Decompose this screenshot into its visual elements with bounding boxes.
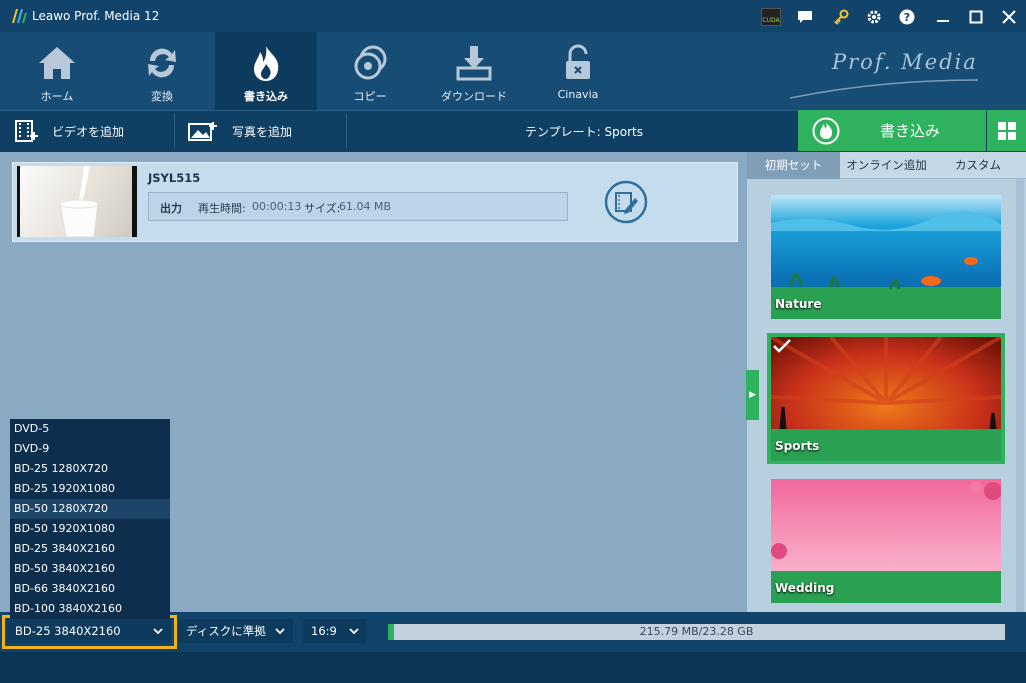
app-logo-icon <box>10 7 28 25</box>
dropdown-option[interactable]: BD-25 3840X2160 <box>10 539 170 559</box>
dropdown-option-hovered[interactable]: BD-50 1280X720 <box>10 499 170 519</box>
add-video-button[interactable]: ビデオを追加 <box>14 110 124 152</box>
convert-icon <box>148 48 176 78</box>
fire-icon <box>254 46 279 81</box>
brand-logo-text: Prof. Media <box>832 50 978 74</box>
disc-type-select[interactable]: BD-25 3840X2160 <box>7 619 171 643</box>
nav-home-label: ホーム <box>40 90 74 103</box>
nav-download[interactable]: ダウンロード <box>423 32 525 110</box>
feedback-icon[interactable] <box>794 6 816 28</box>
close-icon[interactable] <box>998 6 1020 28</box>
template-sports[interactable]: Sports <box>771 337 1001 461</box>
nav-cinavia-label: Cinavia <box>557 88 599 101</box>
cuda-icon[interactable]: CUDA <box>760 6 782 28</box>
size-value: 61.04 MB <box>339 200 392 213</box>
video-title: JSYL515 <box>148 171 201 185</box>
nav-home[interactable]: ホーム <box>6 32 108 110</box>
aspect-ratio-select[interactable]: 16:9 <box>303 619 367 643</box>
photo-add-icon <box>188 122 217 141</box>
duration-label: 再生時間: <box>198 202 246 215</box>
film-add-icon <box>15 120 38 142</box>
template-sports-label: Sports <box>775 439 820 453</box>
nav-convert-label: 変換 <box>151 90 173 103</box>
dropdown-option[interactable]: BD-50 1920X1080 <box>10 519 170 539</box>
template-nature[interactable]: Nature <box>771 195 1001 319</box>
video-thumbnail-image <box>20 166 132 238</box>
grid-view-button[interactable] <box>987 110 1026 151</box>
output-label: 出力 <box>160 202 182 215</box>
cuda-badge: CUDA <box>761 8 781 26</box>
dropdown-option[interactable]: BD-25 1920X1080 <box>10 479 170 499</box>
chevron-down-icon <box>275 627 285 634</box>
chevron-down-icon <box>153 627 163 634</box>
edit-video-icon <box>604 180 648 224</box>
collapse-sidebar-button[interactable]: ▶ <box>746 370 759 420</box>
dropdown-option[interactable]: DVD-9 <box>10 439 170 459</box>
tab-default-set[interactable]: 初期セット <box>747 152 840 179</box>
arrow-right-icon: ▶ <box>749 390 756 400</box>
brand-swoosh <box>790 79 979 99</box>
maximize-icon[interactable] <box>965 6 987 28</box>
nav-download-label: ダウンロード <box>441 90 507 103</box>
disc-type-value: BD-25 3840X2160 <box>15 624 121 638</box>
nav-convert[interactable]: 変換 <box>111 32 213 110</box>
minimize-icon[interactable] <box>932 6 954 28</box>
dropdown-option[interactable]: BD-100 3840X2160 <box>10 599 170 619</box>
cuda-label: CUDA <box>762 17 780 24</box>
template-wedding-label: Wedding <box>775 581 835 595</box>
home-icon <box>39 47 75 79</box>
template-nature-label: Nature <box>775 297 822 311</box>
nav-copy[interactable]: コピー <box>319 32 421 110</box>
unlock-icon <box>566 44 590 79</box>
add-photo-button[interactable]: 写真を追加 <box>188 110 292 152</box>
chevron-down-icon <box>349 627 359 634</box>
grid-icon <box>997 121 1016 140</box>
window-title: Leawo Prof. Media 12 <box>32 9 160 23</box>
nav-copy-label: コピー <box>353 90 387 103</box>
nav-cinavia[interactable]: Cinavia <box>527 32 629 110</box>
tab-online-add[interactable]: オンライン追加 <box>840 152 933 179</box>
quality-select[interactable]: ディスクに準拠 <box>178 619 293 643</box>
nav-burn[interactable]: 書き込み <box>215 32 317 110</box>
aspect-ratio-value: 16:9 <box>311 624 337 638</box>
burn-button[interactable]: 書き込み <box>798 110 986 151</box>
dropdown-option[interactable]: BD-66 3840X2160 <box>10 579 170 599</box>
help-icon[interactable]: ? <box>896 6 918 28</box>
edit-video-button[interactable] <box>604 180 648 224</box>
disc-usage-text: 215.79 MB/23.28 GB <box>639 625 754 638</box>
burn-button-label: 書き込み <box>880 122 941 140</box>
quality-value: ディスクに準拠 <box>186 624 266 638</box>
key-icon[interactable] <box>830 6 852 28</box>
add-video-label: ビデオを追加 <box>52 124 125 139</box>
checkmark-icon <box>773 339 791 353</box>
tab-custom[interactable]: カスタム <box>933 152 1023 179</box>
dropdown-option[interactable]: BD-50 3840X2160 <box>10 559 170 579</box>
download-icon <box>456 46 492 81</box>
fire-circle-icon <box>812 117 840 144</box>
toolbar-divider <box>346 114 347 148</box>
status-bar <box>0 652 1026 683</box>
dropdown-option[interactable]: DVD-5 <box>10 419 170 439</box>
add-photo-label: 写真を追加 <box>232 124 293 139</box>
dropdown-option[interactable]: BD-25 1280X720 <box>10 459 170 479</box>
sidebar-scrollbar[interactable] <box>1016 179 1024 612</box>
template-indicator: テンプレート: Sports <box>525 124 643 139</box>
svg-text:?: ? <box>904 11 910 24</box>
size-label: サイズ: <box>304 202 341 215</box>
template-wedding[interactable]: Wedding <box>771 479 1001 603</box>
settings-gear-icon[interactable] <box>863 6 885 28</box>
toolbar-divider <box>174 114 175 148</box>
duration-value: 00:00:13 <box>252 200 302 213</box>
nav-burn-label: 書き込み <box>244 90 288 103</box>
copy-disc-icon <box>354 45 387 80</box>
